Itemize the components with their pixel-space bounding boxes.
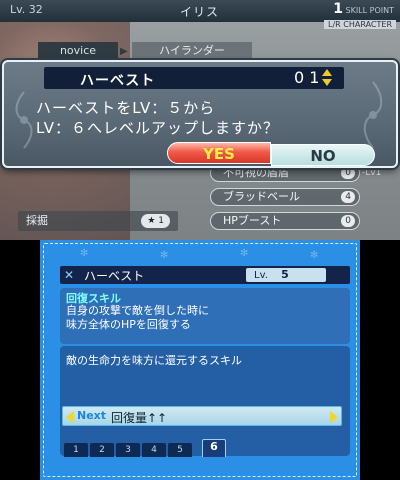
level-tab-1[interactable]: 1 xyxy=(64,443,88,457)
bg-skill-item[interactable]: ブラッドベール 4 xyxy=(210,188,360,206)
dialog-message-line: ハーベストをLV：５から xyxy=(36,99,216,117)
ornament-icon xyxy=(15,91,33,149)
skill-level-label: Lv. xyxy=(254,270,268,281)
bg-skill-label: HPブースト xyxy=(223,214,282,227)
arrow-left-icon[interactable] xyxy=(66,411,74,423)
next-label: Next xyxy=(77,409,107,422)
level-tab-6[interactable]: 6 xyxy=(202,439,226,457)
skill-name: ハーベスト xyxy=(84,269,145,283)
bg-skill-count: 0 xyxy=(341,215,355,227)
bg-harvest-badge: ★ 1 xyxy=(141,214,170,228)
snowflake-icon: ✻ xyxy=(310,250,319,261)
level-tab-3[interactable]: 3 xyxy=(116,443,140,457)
level-tab-4[interactable]: 4 xyxy=(142,443,166,457)
bg-skill-label: ブラッドベール xyxy=(223,190,300,203)
status-bar: Lv. 32 イリス 1 SKILL POINT L/R CHARACTER xyxy=(0,0,400,29)
character-name: イリス xyxy=(180,5,220,19)
snowflake-icon: ✻ xyxy=(240,248,249,259)
top-screen: Lv. 32 イリス 1 SKILL POINT L/R CHARACTER n… xyxy=(0,0,400,240)
background-skill-list: 不可視の盾盾 0 -Lv1 ブラッドベール 4 HPブースト 0 採掘 ★ 1 xyxy=(0,160,400,240)
tab-arrow-icon: ▶ xyxy=(120,46,128,57)
bg-skill-harvest[interactable]: 採掘 ★ 1 xyxy=(18,211,178,231)
dialog-title: ハーベスト xyxy=(80,73,156,89)
no-button[interactable]: NO xyxy=(271,144,375,166)
bg-skill-count: 4 xyxy=(341,191,355,203)
skill-info-panel: 回復スキル 自身の攻撃で敵を倒した時に 味方全体のHPを回復する xyxy=(60,288,350,344)
dialog-message-line: LV：６へレベルアップしますか？ xyxy=(36,119,279,137)
dialog-message: ハーベストをLV：５から LV：６へレベルアップしますか？ xyxy=(36,98,279,138)
skill-level-value: 5 xyxy=(281,268,289,281)
arrow-right-icon[interactable] xyxy=(330,411,338,423)
next-level-bar: Next 回復量↑↑ xyxy=(62,406,342,426)
skill-point-label: SKILL POINT xyxy=(345,6,395,15)
level-tab-5[interactable]: 5 xyxy=(168,443,192,457)
dialog-header: ハーベスト 0 1 xyxy=(44,67,344,89)
tab-novice[interactable]: novice xyxy=(38,42,118,60)
ornament-icon xyxy=(363,81,383,149)
skill-point-value: 1 xyxy=(333,1,343,17)
character-level: Lv. 32 xyxy=(10,3,43,16)
level-tab-2[interactable]: 2 xyxy=(90,443,114,457)
up-down-icon[interactable] xyxy=(320,69,334,87)
skill-description-line: 自身の攻撃で敵を倒した時に xyxy=(66,304,209,317)
tab-highlander[interactable]: ハイランダー xyxy=(132,42,252,60)
dialog-level-value: 0 1 xyxy=(294,68,320,87)
snowflake-icon: ✻ xyxy=(80,248,89,259)
x-icon: ✕ xyxy=(64,268,75,282)
bg-skill-count: 0 xyxy=(341,167,355,179)
snowflake-icon: ✻ xyxy=(160,250,169,261)
skill-level-box: Lv. 5 xyxy=(246,268,326,282)
skill-description: 自身の攻撃で敵を倒した時に 味方全体のHPを回復する xyxy=(66,304,209,332)
bg-level-tag: -Lv1 xyxy=(362,168,382,178)
level-up-dialog: ハーベスト 0 1 ハーベストをLV：５から LV：６へレベルアップしますか？ … xyxy=(2,60,398,168)
bottom-screen: ✻ ✻ ✻ ✻ ✕ ハーベスト Lv. 5 回復スキル 自身の攻撃で敵を倒した時… xyxy=(40,240,360,480)
skill-description-line: 味方全体のHPを回復する xyxy=(66,318,191,331)
bg-harvest-label: 採掘 xyxy=(26,214,48,227)
yes-button[interactable]: YES xyxy=(167,142,271,164)
lr-character-hint: L/R CHARACTER xyxy=(324,20,396,29)
class-tabs: novice ▶ ハイランダー xyxy=(0,42,400,60)
skill-header: ✕ ハーベスト Lv. 5 xyxy=(60,266,350,284)
next-effect: 回復量↑↑ xyxy=(111,411,168,425)
bg-skill-item[interactable]: HPブースト 0 xyxy=(210,212,360,230)
skill-flavor-text: 敵の生命力を味方に還元するスキル xyxy=(66,354,242,367)
skill-point-display: 1 SKILL POINT xyxy=(333,1,394,17)
